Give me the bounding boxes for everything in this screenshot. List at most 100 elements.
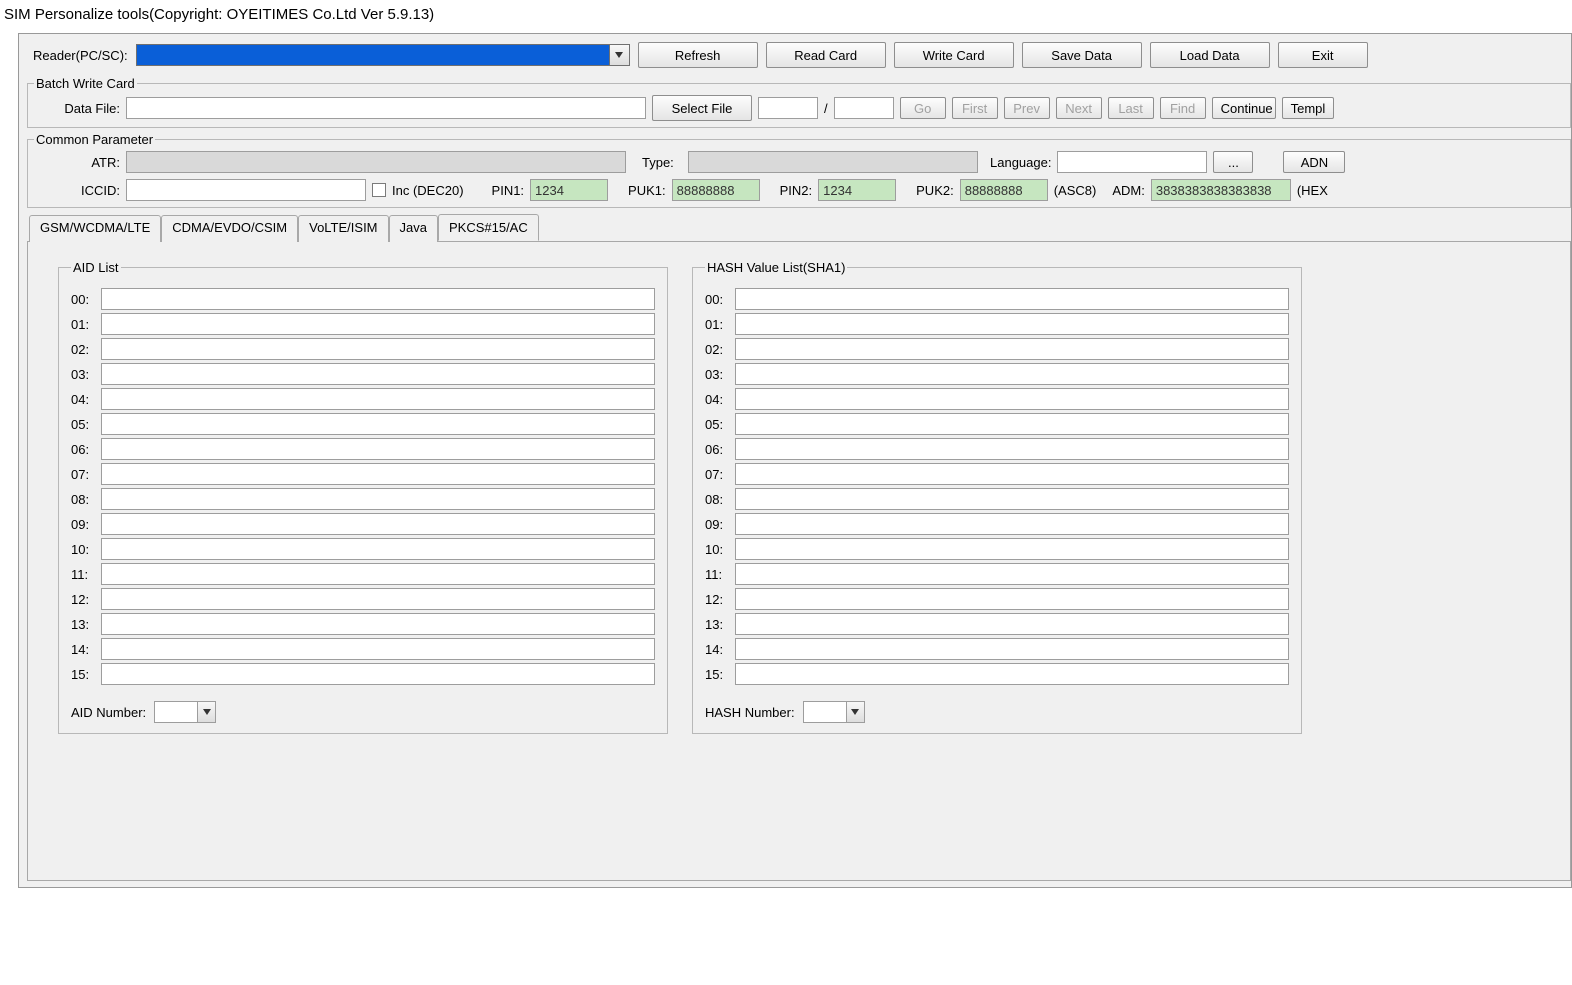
list-item-label: 08: [71, 492, 101, 507]
list-item: 13: [71, 613, 655, 635]
adn-button[interactable]: ADN [1283, 151, 1345, 173]
list-item-input[interactable] [101, 663, 655, 685]
list-item-input[interactable] [735, 288, 1289, 310]
list-item: 12: [705, 588, 1289, 610]
list-item-input[interactable] [735, 538, 1289, 560]
next-button[interactable]: Next [1056, 97, 1102, 119]
aid-number-select[interactable] [154, 701, 216, 723]
list-item-input[interactable] [101, 538, 655, 560]
list-item-label: 01: [705, 317, 735, 332]
list-item: 02: [705, 338, 1289, 360]
list-item-input[interactable] [101, 563, 655, 585]
go-button[interactable]: Go [900, 97, 946, 119]
language-label: Language: [990, 155, 1051, 170]
adm-label: ADM: [1112, 183, 1145, 198]
prev-button[interactable]: Prev [1004, 97, 1050, 119]
exit-button[interactable]: Exit [1278, 42, 1368, 68]
list-item-input[interactable] [101, 613, 655, 635]
list-item-input[interactable] [101, 388, 655, 410]
list-item-input[interactable] [735, 413, 1289, 435]
tab-volte[interactable]: VoLTE/ISIM [298, 215, 388, 242]
list-item: 05: [71, 413, 655, 435]
continue-button[interactable]: Continue [1212, 97, 1276, 119]
list-item-input[interactable] [735, 563, 1289, 585]
batch-index-a[interactable] [758, 97, 818, 119]
list-item-input[interactable] [101, 638, 655, 660]
chevron-down-icon [846, 702, 864, 722]
list-item-input[interactable] [735, 488, 1289, 510]
list-item-input[interactable] [101, 488, 655, 510]
list-item-input[interactable] [101, 338, 655, 360]
list-item-input[interactable] [735, 438, 1289, 460]
aid-number-label: AID Number: [71, 705, 146, 720]
refresh-button[interactable]: Refresh [638, 42, 758, 68]
iccid-field[interactable] [126, 179, 366, 201]
list-item-input[interactable] [735, 513, 1289, 535]
list-item-input[interactable] [101, 363, 655, 385]
list-item-input[interactable] [101, 288, 655, 310]
list-item-input[interactable] [735, 663, 1289, 685]
aid-list-legend: AID List [71, 260, 121, 275]
load-data-button[interactable]: Load Data [1150, 42, 1270, 68]
puk2-field[interactable] [960, 179, 1048, 201]
list-item-label: 11: [705, 567, 735, 582]
list-item-label: 04: [71, 392, 101, 407]
data-file-input[interactable] [126, 97, 646, 119]
list-item-input[interactable] [735, 588, 1289, 610]
adm-field[interactable] [1151, 179, 1291, 201]
list-item-label: 07: [705, 467, 735, 482]
save-data-button[interactable]: Save Data [1022, 42, 1142, 68]
list-item-input[interactable] [735, 363, 1289, 385]
list-item: 09: [705, 513, 1289, 535]
inc-label: Inc (DEC20) [392, 183, 464, 198]
hash-list-group: HASH Value List(SHA1) 00:01:02:03:04:05:… [692, 260, 1302, 734]
puk1-field[interactable] [672, 179, 760, 201]
hash-number-select[interactable] [803, 701, 865, 723]
list-item-label: 04: [705, 392, 735, 407]
list-item-input[interactable] [101, 313, 655, 335]
puk2-label: PUK2: [916, 183, 954, 198]
data-file-label: Data File: [34, 101, 120, 116]
list-item-input[interactable] [735, 313, 1289, 335]
last-button[interactable]: Last [1108, 97, 1154, 119]
list-item-label: 12: [705, 592, 735, 607]
language-browse-button[interactable]: ... [1213, 151, 1253, 173]
list-item-label: 13: [705, 617, 735, 632]
hash-list-rows: 00:01:02:03:04:05:06:07:08:09:10:11:12:1… [705, 288, 1289, 685]
list-item-label: 06: [71, 442, 101, 457]
tab-cdma[interactable]: CDMA/EVDO/CSIM [161, 215, 298, 242]
list-item-input[interactable] [101, 413, 655, 435]
list-item: 15: [71, 663, 655, 685]
list-item: 13: [705, 613, 1289, 635]
list-item-input[interactable] [735, 338, 1289, 360]
list-item-label: 14: [71, 642, 101, 657]
list-item-label: 12: [71, 592, 101, 607]
tab-pkcs15[interactable]: PKCS#15/AC [438, 214, 539, 241]
language-field[interactable] [1057, 151, 1207, 173]
tab-java[interactable]: Java [389, 215, 438, 242]
list-item-input[interactable] [101, 588, 655, 610]
list-item-input[interactable] [735, 463, 1289, 485]
tab-bar: GSM/WCDMA/LTE CDMA/EVDO/CSIM VoLTE/ISIM … [27, 214, 1571, 241]
template-button[interactable]: Templ [1282, 97, 1334, 119]
list-item-input[interactable] [101, 463, 655, 485]
batch-index-b[interactable] [834, 97, 894, 119]
write-card-button[interactable]: Write Card [894, 42, 1014, 68]
list-item-input[interactable] [101, 438, 655, 460]
list-item: 01: [705, 313, 1289, 335]
reader-select[interactable] [136, 44, 630, 66]
list-item: 12: [71, 588, 655, 610]
list-item-input[interactable] [101, 513, 655, 535]
list-item-input[interactable] [735, 388, 1289, 410]
select-file-button[interactable]: Select File [652, 95, 752, 121]
tab-gsm[interactable]: GSM/WCDMA/LTE [29, 215, 161, 242]
pin1-field[interactable] [530, 179, 608, 201]
list-item-input[interactable] [735, 613, 1289, 635]
read-card-button[interactable]: Read Card [766, 42, 886, 68]
first-button[interactable]: First [952, 97, 998, 119]
pin2-field[interactable] [818, 179, 896, 201]
list-item-input[interactable] [735, 638, 1289, 660]
find-button[interactable]: Find [1160, 97, 1206, 119]
list-item-label: 15: [705, 667, 735, 682]
inc-checkbox[interactable] [372, 183, 386, 197]
